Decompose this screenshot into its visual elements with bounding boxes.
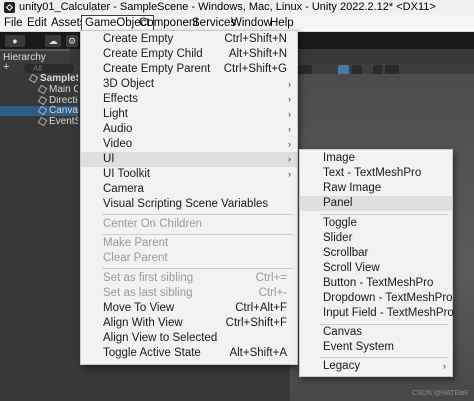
menu-item-align-with-view[interactable]: Align With View Ctrl+Shift+F [81,316,297,331]
menu-item-align-view-to-selected[interactable]: Align View to Selected [81,331,297,346]
menu-item-visual-scripting-scene-variables[interactable]: Visual Scripting Scene Variables [81,197,297,212]
submenu-item-toggle[interactable]: Toggle [300,216,452,231]
menu-item-3d-object[interactable]: 3D Object › [81,77,297,92]
settings-button[interactable]: ⚙ [66,35,78,47]
chevron-right-icon: › [288,94,291,104]
menu-item-create-empty[interactable]: Create Empty Ctrl+Shift+N [81,32,297,47]
chevron-right-icon: › [288,124,291,134]
cloud-button[interactable]: ☁ [45,35,61,47]
chevron-right-icon: › [443,361,446,371]
hierarchy-search-input[interactable]: All [24,64,74,73]
submenu-item-event-system[interactable]: Event System [300,340,452,355]
menu-item-light[interactable]: Light › [81,107,297,122]
menu-item-audio[interactable]: Audio › [81,122,297,137]
menu-item-effects[interactable]: Effects › [81,92,297,107]
submenu-item-image[interactable]: Image [300,151,452,166]
menu-item-clear-parent[interactable]: Clear Parent [81,251,297,266]
submenu-item-legacy[interactable]: Legacy › [300,359,452,374]
menu-separator [320,214,448,215]
menu-separator [102,268,293,269]
menu-item-move-to-view[interactable]: Move To View Ctrl+Alt+F [81,301,297,316]
gameobject-icon [37,106,48,116]
scene-icon [28,74,39,84]
menu-item-set-last-sibling[interactable]: Set as last sibling Ctrl+- [81,286,297,301]
watermark: CSDN @HATEaR [412,390,468,397]
chevron-right-icon: › [288,139,291,149]
ui-submenu: Image Text - TextMeshPro Raw Image Panel… [299,149,454,377]
account-icon: ● [12,36,18,46]
hierarchy-row-main-camera[interactable]: Main Ca [0,85,78,95]
submenu-item-button-textmeshpro[interactable]: Button - TextMeshPro [300,276,452,291]
submenu-item-panel[interactable]: Panel [300,196,452,211]
menu-separator [320,357,448,358]
submenu-item-raw-image[interactable]: Raw Image [300,181,452,196]
menu-item-ui-toolkit[interactable]: UI Toolkit › [81,167,297,182]
menu-window[interactable]: Window [231,15,272,31]
menu-file[interactable]: File [4,15,23,31]
chevron-right-icon: › [288,169,291,179]
unity-logo-icon [4,2,15,13]
hierarchy-row-scene[interactable]: SampleSc [0,74,78,84]
submenu-item-scroll-view[interactable]: Scroll View [300,261,452,276]
add-object-button[interactable]: + [3,61,9,73]
cloud-icon: ☁ [48,36,58,46]
menu-item-ui[interactable]: UI › [81,152,297,167]
hierarchy-row-directional-light[interactable]: Directio [0,96,78,106]
gameobject-icon [37,96,48,106]
menu-item-make-parent[interactable]: Make Parent [81,236,297,251]
menu-item-video[interactable]: Video › [81,137,297,152]
title-bar: unity01_Calculater - SampleScene - Windo… [0,0,474,15]
gear-icon: ⚙ [67,36,77,46]
submenu-item-canvas[interactable]: Canvas [300,325,452,340]
menu-item-create-empty-child[interactable]: Create Empty Child Alt+Shift+N [81,47,297,62]
menu-help[interactable]: Help [270,15,294,31]
menu-separator [102,234,293,235]
gameobject-icon [37,85,48,95]
menu-item-center-on-children[interactable]: Center On Children [81,217,297,232]
submenu-item-text-textmeshpro[interactable]: Text - TextMeshPro [300,166,452,181]
menu-item-camera[interactable]: Camera [81,182,297,197]
menu-item-create-empty-parent[interactable]: Create Empty Parent Ctrl+Shift+G [81,62,297,77]
submenu-item-input-field-textmeshpro[interactable]: Input Field - TextMeshPro [300,306,454,321]
menu-component[interactable]: Component [139,15,198,31]
hierarchy-row-event-system[interactable]: EventSy [0,117,78,127]
chevron-right-icon: › [288,109,291,119]
submenu-item-dropdown-textmeshpro[interactable]: Dropdown - TextMeshPro [300,291,453,306]
menu-services[interactable]: Services [192,15,236,31]
hierarchy-row-canvas[interactable]: Canvas [0,106,78,116]
window-title: unity01_Calculater - SampleScene - Windo… [19,1,436,13]
chevron-right-icon: › [288,79,291,89]
chevron-right-icon: › [288,154,291,164]
submenu-item-scrollbar[interactable]: Scrollbar [300,246,452,261]
submenu-item-slider[interactable]: Slider [300,231,452,246]
account-button[interactable]: ● [5,35,25,47]
menu-edit[interactable]: Edit [27,15,47,31]
menu-item-toggle-active-state[interactable]: Toggle Active State Alt+Shift+A [81,346,297,361]
gameobject-menu: Create Empty Ctrl+Shift+N Create Empty C… [80,30,298,365]
menu-item-set-first-sibling[interactable]: Set as first sibling Ctrl+= [81,271,297,286]
gameobject-icon [37,117,48,127]
menu-separator [102,214,293,215]
hierarchy-search-placeholder: All [33,64,42,73]
